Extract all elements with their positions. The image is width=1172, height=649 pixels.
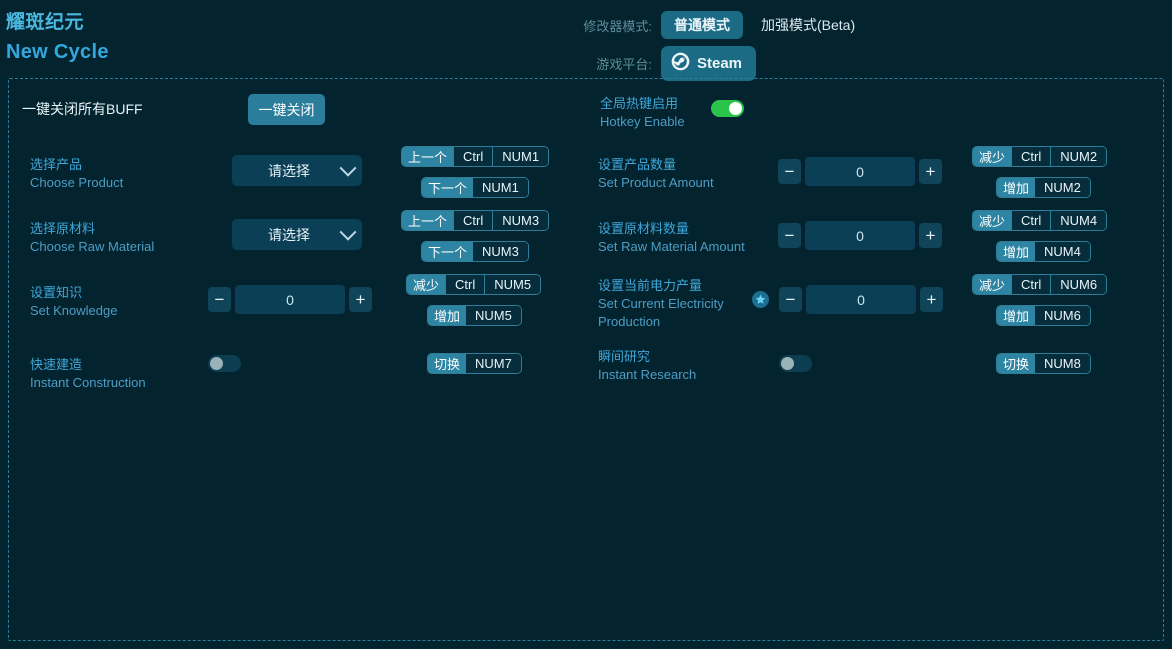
hotkey-increase-product-amount[interactable]: 增加 NUM2 bbox=[996, 177, 1091, 198]
app-title-block: 耀斑纪元 New Cycle bbox=[6, 10, 109, 66]
hotkey-decrease-knowledge[interactable]: 减少 Ctrl NUM5 bbox=[406, 274, 541, 295]
star-icon bbox=[752, 291, 769, 308]
close-all-buff-button[interactable]: 一键关闭 bbox=[248, 94, 325, 125]
header-controls: 修改器模式: 普通模式 加强模式(Beta) 游戏平台: Steam bbox=[583, 8, 865, 84]
hotkey-next-product[interactable]: 下一个 NUM1 bbox=[421, 177, 529, 198]
set-knowledge-label: 设置知识 Set Knowledge bbox=[30, 284, 117, 320]
set-knowledge-plus-button[interactable]: + bbox=[349, 287, 372, 312]
set-knowledge-minus-button[interactable]: − bbox=[208, 287, 231, 312]
choose-product-value: 请选择 bbox=[240, 161, 338, 181]
choose-product-label: 选择产品 Choose Product bbox=[30, 156, 123, 192]
hotkey-toggle-instant-construction[interactable]: 切换 NUM7 bbox=[427, 353, 522, 374]
choose-raw-material-value: 请选择 bbox=[240, 225, 338, 245]
set-raw-material-amount-stepper: − 0 + bbox=[778, 221, 942, 250]
chevron-down-icon bbox=[340, 159, 357, 176]
mode-normal-button[interactable]: 普通模式 bbox=[661, 11, 743, 39]
set-product-amount-value[interactable]: 0 bbox=[805, 157, 915, 186]
hotkey-increase-raw-material-amount[interactable]: 增加 NUM4 bbox=[996, 241, 1091, 262]
hotkey-decrease-product-amount[interactable]: 减少 Ctrl NUM2 bbox=[972, 146, 1107, 167]
choose-product-dropdown[interactable]: 请选择 bbox=[232, 155, 362, 186]
modifier-mode-label: 修改器模式: bbox=[583, 16, 661, 35]
set-product-amount-minus-button[interactable]: − bbox=[778, 159, 801, 184]
set-electricity-production-label: 设置当前电力产量 Set Current Electricity Product… bbox=[598, 277, 724, 331]
modifier-mode-row: 修改器模式: 普通模式 加强模式(Beta) bbox=[583, 8, 865, 42]
game-title-en: New Cycle bbox=[6, 38, 109, 66]
set-product-amount-plus-button[interactable]: + bbox=[919, 159, 942, 184]
choose-raw-material-dropdown[interactable]: 请选择 bbox=[232, 219, 362, 250]
toggle-knob bbox=[729, 102, 742, 115]
chevron-down-icon bbox=[340, 223, 357, 240]
hotkey-next-raw-material[interactable]: 下一个 NUM3 bbox=[421, 241, 529, 262]
instant-construction-label: 快速建造 Instant Construction bbox=[30, 356, 146, 392]
set-knowledge-value[interactable]: 0 bbox=[235, 285, 345, 314]
set-raw-material-amount-label: 设置原材料数量 Set Raw Material Amount bbox=[598, 220, 745, 256]
set-electricity-production-plus-button[interactable]: + bbox=[920, 287, 943, 312]
instant-research-toggle[interactable] bbox=[779, 355, 812, 372]
set-knowledge-stepper: − 0 + bbox=[208, 285, 372, 314]
game-title-cn: 耀斑纪元 bbox=[6, 10, 109, 36]
platform-steam-button[interactable]: Steam bbox=[661, 46, 756, 81]
modifier-window: 耀斑纪元 New Cycle 修改器模式: 普通模式 加强模式(Beta) 游戏… bbox=[0, 0, 1172, 649]
set-electricity-production-minus-button[interactable]: − bbox=[779, 287, 802, 312]
set-electricity-production-stepper: − 0 + bbox=[752, 285, 943, 314]
set-product-amount-label: 设置产品数量 Set Product Amount bbox=[598, 156, 714, 192]
set-product-amount-stepper: − 0 + bbox=[778, 157, 942, 186]
set-raw-material-amount-minus-button[interactable]: − bbox=[778, 223, 801, 248]
hotkey-enable-toggle[interactable] bbox=[711, 100, 744, 117]
hotkey-decrease-raw-material-amount[interactable]: 减少 Ctrl NUM4 bbox=[972, 210, 1107, 231]
game-platform-label: 游戏平台: bbox=[583, 54, 661, 73]
hotkey-prev-product[interactable]: 上一个 Ctrl NUM1 bbox=[401, 146, 549, 167]
toggle-knob bbox=[210, 357, 223, 370]
set-raw-material-amount-value[interactable]: 0 bbox=[805, 221, 915, 250]
platform-steam-label: Steam bbox=[697, 55, 742, 72]
game-platform-row: 游戏平台: Steam bbox=[583, 46, 865, 80]
close-all-buff-label: 一键关闭所有BUFF bbox=[22, 100, 143, 118]
hotkey-increase-electricity-production[interactable]: 增加 NUM6 bbox=[996, 305, 1091, 326]
instant-research-label: 瞬间研究 Instant Research bbox=[598, 348, 696, 384]
hotkey-toggle-instant-research[interactable]: 切换 NUM8 bbox=[996, 353, 1091, 374]
set-electricity-production-value[interactable]: 0 bbox=[806, 285, 916, 314]
choose-raw-material-label: 选择原材料 Choose Raw Material bbox=[30, 220, 154, 256]
hotkey-decrease-electricity-production[interactable]: 减少 Ctrl NUM6 bbox=[972, 274, 1107, 295]
instant-construction-toggle[interactable] bbox=[208, 355, 241, 372]
hotkey-increase-knowledge[interactable]: 增加 NUM5 bbox=[427, 305, 522, 326]
mode-beta-button[interactable]: 加强模式(Beta) bbox=[751, 9, 865, 41]
set-raw-material-amount-plus-button[interactable]: + bbox=[919, 223, 942, 248]
steam-icon bbox=[671, 52, 690, 75]
toggle-knob bbox=[781, 357, 794, 370]
hotkey-prev-raw-material[interactable]: 上一个 Ctrl NUM3 bbox=[401, 210, 549, 231]
hotkey-enable-label: 全局热键启用 Hotkey Enable bbox=[600, 95, 685, 131]
